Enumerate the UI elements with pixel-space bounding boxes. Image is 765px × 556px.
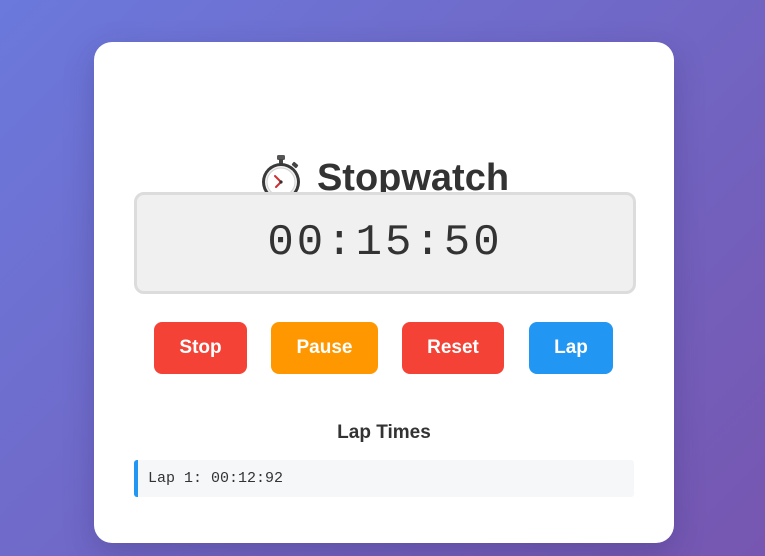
time-display: 00:15:50 xyxy=(134,192,636,294)
lap-times-heading: Lap Times xyxy=(337,422,431,443)
stopwatch-card: Stopwatch 00:15:50 Stop Pause Reset Lap … xyxy=(94,42,674,543)
reset-button[interactable]: Reset xyxy=(402,322,504,374)
lap-list: Lap 1: 00:12:92 xyxy=(134,460,634,497)
lap-button[interactable]: Lap xyxy=(529,322,613,374)
time-readout: 00:15:50 xyxy=(267,218,503,268)
stop-button[interactable]: Stop xyxy=(154,322,247,374)
lap-item: Lap 1: 00:12:92 xyxy=(134,460,634,497)
pause-button[interactable]: Pause xyxy=(271,322,378,374)
